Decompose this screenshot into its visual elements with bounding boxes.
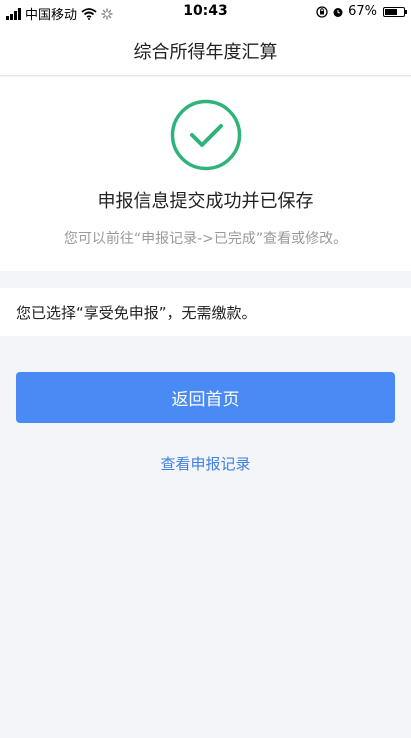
page-title: 综合所得年度汇算	[133, 42, 278, 63]
result-card: 申报信息提交成功并已保存 您可以前往“申报记录->已完成”查看或修改。	[0, 77, 411, 271]
status-bar: 中国移动 10:43 67%	[0, 0, 411, 24]
view-records-link[interactable]: 查看申报记录	[0, 453, 411, 474]
result-hint: 您可以前往“申报记录->已完成”查看或修改。	[63, 231, 348, 247]
check-circle-icon	[170, 99, 242, 171]
result-title: 申报信息提交成功并已保存	[97, 191, 314, 212]
alarm-icon	[333, 7, 343, 17]
choice-text: 您已选择“享受免申报”，无需缴款。	[16, 304, 257, 322]
battery-percent: 67%	[348, 4, 377, 19]
choice-summary: 您已选择“享受免申报”，无需缴款。	[0, 288, 411, 336]
return-home-button[interactable]: 返回首页	[16, 372, 395, 423]
nav-bar: 综合所得年度汇算	[0, 24, 411, 76]
status-right: 67%	[316, 4, 407, 19]
orientation-lock-icon	[316, 5, 328, 18]
battery-icon	[383, 6, 407, 17]
